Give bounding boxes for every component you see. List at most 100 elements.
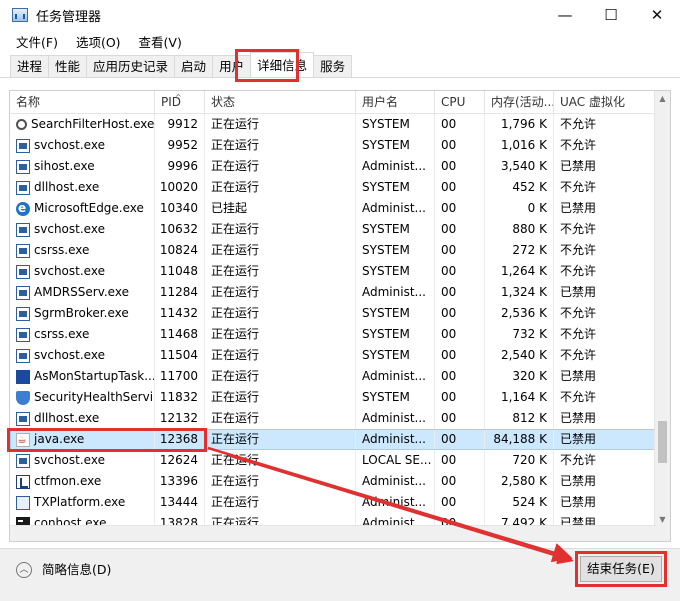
table-row[interactable]: svchost.exe 9952 正在运行 SYSTEM 00 1,016 K 不允许	[10, 135, 656, 156]
cell-cpu: 00	[435, 198, 485, 219]
scroll-up-icon[interactable]: ▲	[655, 91, 670, 106]
vertical-scrollbar[interactable]: ▲ ▼	[654, 91, 670, 527]
column-status[interactable]: 状态	[205, 91, 356, 113]
svc-icon	[16, 411, 30, 426]
svc-icon	[16, 222, 30, 237]
cell-status: 已挂起	[205, 198, 356, 219]
cell-uac: 不允许	[554, 387, 656, 408]
cell-mem: 84,188 K	[485, 429, 554, 450]
java-row-highlight	[7, 428, 207, 452]
cell-mem: 880 K	[485, 219, 554, 240]
table-row[interactable]: ctfmon.exe 13396 正在运行 Administ... 00 2,580 K已…	[10, 471, 656, 492]
cell-user: Administ...	[356, 408, 435, 429]
edge-icon	[16, 198, 30, 219]
table-header: 名称 ^ PID 状态 用户名 CPU 内存(活动... UAC 虚拟化	[10, 91, 656, 114]
table-row[interactable]: AMDRSServ.exe 11284 正在运行 Administ... 00 1,324…	[10, 282, 656, 303]
cell-pid: 9996	[155, 156, 205, 177]
column-username[interactable]: 用户名	[356, 91, 435, 113]
cell-user: SYSTEM	[356, 177, 435, 198]
table-body: SearchFilterHost.exe 9912 正在运行 SYSTEM 00 1,79…	[10, 114, 656, 541]
table-row[interactable]: sihost.exe 9996 正在运行 Administ... 00 3,540 K 已禁…	[10, 156, 656, 177]
table-row[interactable]: dllhost.exe 12132 正在运行 Administ... 00 812 K 已禁…	[10, 408, 656, 429]
menu-options[interactable]: 选项(O)	[76, 32, 121, 51]
cell-cpu: 00	[435, 492, 485, 513]
table-row[interactable]: SgrmBroker.exe 11432 正在运行 SYSTEM 00 2,536 K 不允…	[10, 303, 656, 324]
tab-performance[interactable]: 性能	[48, 55, 88, 77]
column-pid[interactable]: ^ PID	[155, 91, 205, 113]
maximize-button[interactable]: ☐	[588, 0, 634, 30]
scrollbar-corner	[655, 526, 670, 541]
table-row[interactable]: svchost.exe 10632 正在运行 SYSTEM 00 880 K 不允许	[10, 219, 656, 240]
close-button[interactable]: ✕	[634, 0, 680, 30]
menu-view[interactable]: 查看(V)	[139, 32, 182, 51]
table-row[interactable]: MicrosoftEdge.exe 10340已挂起Administ...000 …	[10, 198, 656, 219]
menu-file[interactable]: 文件(F)	[16, 32, 58, 51]
cell-user: Administ...	[356, 366, 435, 387]
table-row[interactable]: dllhost.exe 10020 正在运行 SYSTEM 00 452 K 不允许	[10, 177, 656, 198]
cell-pid: 11432	[155, 303, 205, 324]
svc-icon	[16, 243, 30, 258]
cell-mem: 1,016 K	[485, 135, 554, 156]
horizontal-scrollbar[interactable]	[10, 525, 656, 541]
tab-bar: 进程 性能 应用历史记录 启动 用户 详细信息 服务	[0, 52, 680, 78]
cell-mem: 1,264 K	[485, 261, 554, 282]
cell-uac: 已禁用	[554, 282, 656, 303]
cell-name: svchost.exe	[10, 450, 155, 471]
tab-services[interactable]: 服务	[313, 55, 353, 77]
cell-name: dllhost.exe	[10, 177, 155, 198]
svc-icon	[16, 264, 30, 279]
table-row[interactable]: svchost.exe 11048 正在运行 SYSTEM 00 1,264 K 不允许	[10, 261, 656, 282]
cell-mem: 524 K	[485, 492, 554, 513]
column-name[interactable]: 名称	[10, 91, 155, 113]
process-name: TXPlatform.exe	[34, 495, 126, 509]
table-row[interactable]: SearchFilterHost.exe 9912 正在运行 SYSTEM 00 1,79…	[10, 114, 656, 135]
table-row[interactable]: svchost.exe 11504 正在运行 SYSTEM 00 2,540 K 不允许	[10, 345, 656, 366]
tab-processes[interactable]: 进程	[10, 55, 50, 77]
cell-status: 正在运行	[205, 408, 356, 429]
tab-app-history[interactable]: 应用历史记录	[86, 55, 176, 77]
column-uac[interactable]: UAC 虚拟化	[554, 91, 656, 113]
scroll-thumb[interactable]	[658, 421, 667, 463]
cell-uac: 不允许	[554, 240, 656, 261]
column-memory[interactable]: 内存(活动...	[485, 91, 554, 113]
cell-name: SgrmBroker.exe	[10, 303, 155, 324]
cell-status: 正在运行	[205, 366, 356, 387]
cell-uac: 不允许	[554, 261, 656, 282]
process-name: svchost.exe	[34, 453, 105, 467]
cell-status: 正在运行	[205, 135, 356, 156]
svc-icon	[16, 453, 30, 468]
cell-name: AsMonStartupTask...	[10, 366, 155, 387]
cell-cpu: 00	[435, 303, 485, 324]
cell-mem: 1,796 K	[485, 114, 554, 135]
cell-user: SYSTEM	[356, 324, 435, 345]
cell-mem: 2,536 K	[485, 303, 554, 324]
table-row[interactable]: csrss.exe 11468 正在运行 SYSTEM 00 732 K 不允许	[10, 324, 656, 345]
minimize-button[interactable]: —	[542, 0, 588, 30]
cell-name: svchost.exe	[10, 345, 155, 366]
cell-name: MicrosoftEdge.exe	[10, 198, 155, 219]
table-row[interactable]: csrss.exe 10824 正在运行 SYSTEM 00 272 K 不允许	[10, 240, 656, 261]
maximize-icon: ☐	[604, 6, 618, 24]
table-row[interactable]: SecurityHealthServi... 11832 正在运行 SYSTEM 00 1…	[10, 387, 656, 408]
cell-user: SYSTEM	[356, 114, 435, 135]
cell-status: 正在运行	[205, 282, 356, 303]
table-row[interactable]: TXPlatform.exe 13444 正在运行 Administ... 00 524 …	[10, 492, 656, 513]
table-row[interactable]: AsMonStartupTask... 11700 正在运行 Administ... 0…	[10, 366, 656, 387]
fewer-details-link[interactable]: 简略信息(D)	[42, 562, 111, 578]
scroll-down-icon[interactable]: ▼	[655, 512, 670, 527]
table-row[interactable]: svchost.exe 12624 正在运行 LOCAL SE... 00 720 K 不允…	[10, 450, 656, 471]
cell-pid: 11468	[155, 324, 205, 345]
cell-uac: 不允许	[554, 303, 656, 324]
chevron-up-icon[interactable]: ︿	[16, 562, 32, 578]
minimize-icon: —	[557, 6, 573, 24]
column-cpu[interactable]: CPU	[435, 91, 485, 113]
cell-mem: 272 K	[485, 240, 554, 261]
cell-uac: 不允许	[554, 114, 656, 135]
cell-pid: 9912	[155, 114, 205, 135]
tab-startup[interactable]: 启动	[174, 55, 214, 77]
cell-uac: 不允许	[554, 135, 656, 156]
cell-name: csrss.exe	[10, 240, 155, 261]
process-name: MicrosoftEdge.exe	[34, 201, 144, 215]
end-task-highlight	[575, 551, 667, 587]
cell-status: 正在运行	[205, 240, 356, 261]
